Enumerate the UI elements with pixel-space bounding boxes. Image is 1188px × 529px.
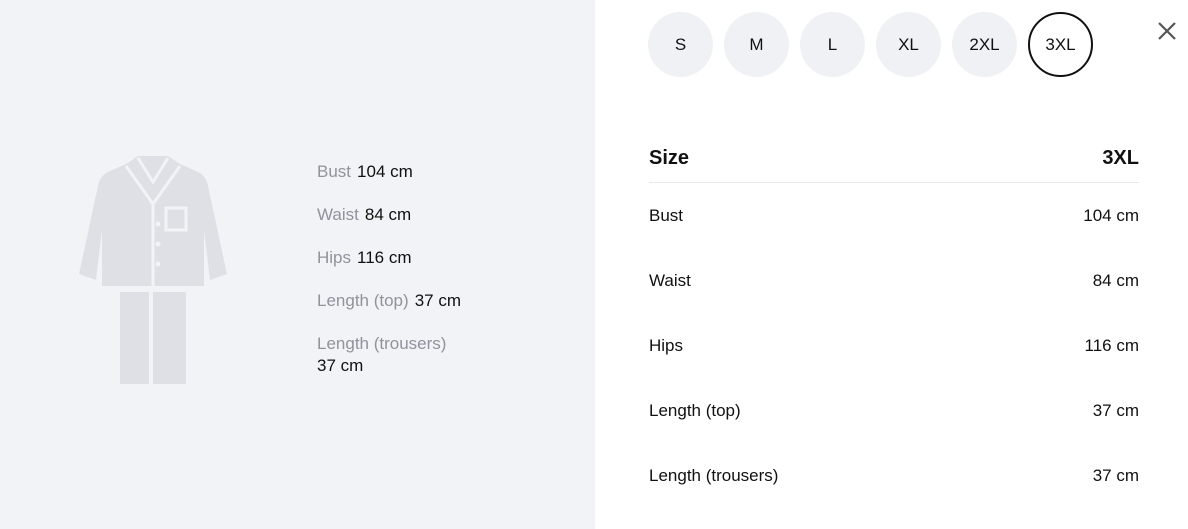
measurement-label: Length (top) xyxy=(317,291,409,310)
size-selector: S M L XL 2XL 3XL xyxy=(648,12,1093,77)
row-value: 37 cm xyxy=(1092,465,1139,485)
measurement-waist: Waist 84 cm xyxy=(317,204,577,226)
table-row: Bust 104 cm xyxy=(649,183,1139,248)
row-label: Hips xyxy=(649,335,684,355)
row-value: 84 cm xyxy=(1092,270,1139,290)
table-row: Length (top) 37 cm xyxy=(649,378,1139,443)
measurement-label: Waist xyxy=(317,205,359,224)
row-label: Waist xyxy=(649,270,691,290)
measurement-value: 84 cm xyxy=(364,205,412,224)
size-option-s[interactable]: S xyxy=(648,12,713,77)
row-label: Length (top) xyxy=(649,400,741,420)
measurement-length-top: Length (top) 37 cm xyxy=(317,290,577,312)
row-value: 116 cm xyxy=(1084,335,1140,355)
pajama-set-icon xyxy=(79,156,227,384)
size-header-label: Size xyxy=(649,146,690,169)
measurement-value: 37 cm xyxy=(317,356,364,375)
row-label: Bust xyxy=(649,205,684,225)
measurement-label: Length (trousers) xyxy=(317,334,447,353)
measurement-hips: Hips 116 cm xyxy=(317,247,577,269)
garment-preview-panel: Bust 104 cm Waist 84 cm Hips 116 cm Length … xyxy=(0,0,595,529)
size-option-xl[interactable]: XL xyxy=(876,12,941,77)
size-option-l[interactable]: L xyxy=(800,12,865,77)
measurement-label: Bust xyxy=(317,162,352,181)
table-row: Waist 84 cm xyxy=(649,248,1139,313)
measurement-value: 37 cm xyxy=(414,291,461,310)
row-value: 37 cm xyxy=(1092,400,1139,420)
size-header-value: 3XL xyxy=(1102,146,1139,169)
measurement-length-trousers: Length (trousers) 37 cm xyxy=(317,333,577,377)
size-table: Size 3XL Bust 104 cm Waist 84 cm Hips 11… xyxy=(649,134,1139,508)
table-row: Length (trousers) 37 cm xyxy=(649,443,1139,508)
close-icon[interactable] xyxy=(1156,20,1178,42)
measurement-value: 116 cm xyxy=(357,248,412,267)
row-label: Length (trousers) xyxy=(649,465,779,485)
size-details-panel: S M L XL 2XL 3XL Size 3XL Bust 104 cm Wa… xyxy=(595,0,1188,529)
measurement-bust: Bust 104 cm xyxy=(317,161,577,183)
table-row: Hips 116 cm xyxy=(649,313,1139,378)
row-value: 104 cm xyxy=(1083,205,1139,225)
size-option-3xl[interactable]: 3XL xyxy=(1028,12,1093,77)
size-table-header: Size 3XL xyxy=(649,134,1139,183)
measurement-label: Hips xyxy=(317,248,352,267)
measurement-list: Bust 104 cm Waist 84 cm Hips 116 cm Length … xyxy=(317,161,577,398)
size-option-m[interactable]: M xyxy=(724,12,789,77)
size-option-2xl[interactable]: 2XL xyxy=(952,12,1017,77)
measurement-value: 104 cm xyxy=(357,162,413,181)
